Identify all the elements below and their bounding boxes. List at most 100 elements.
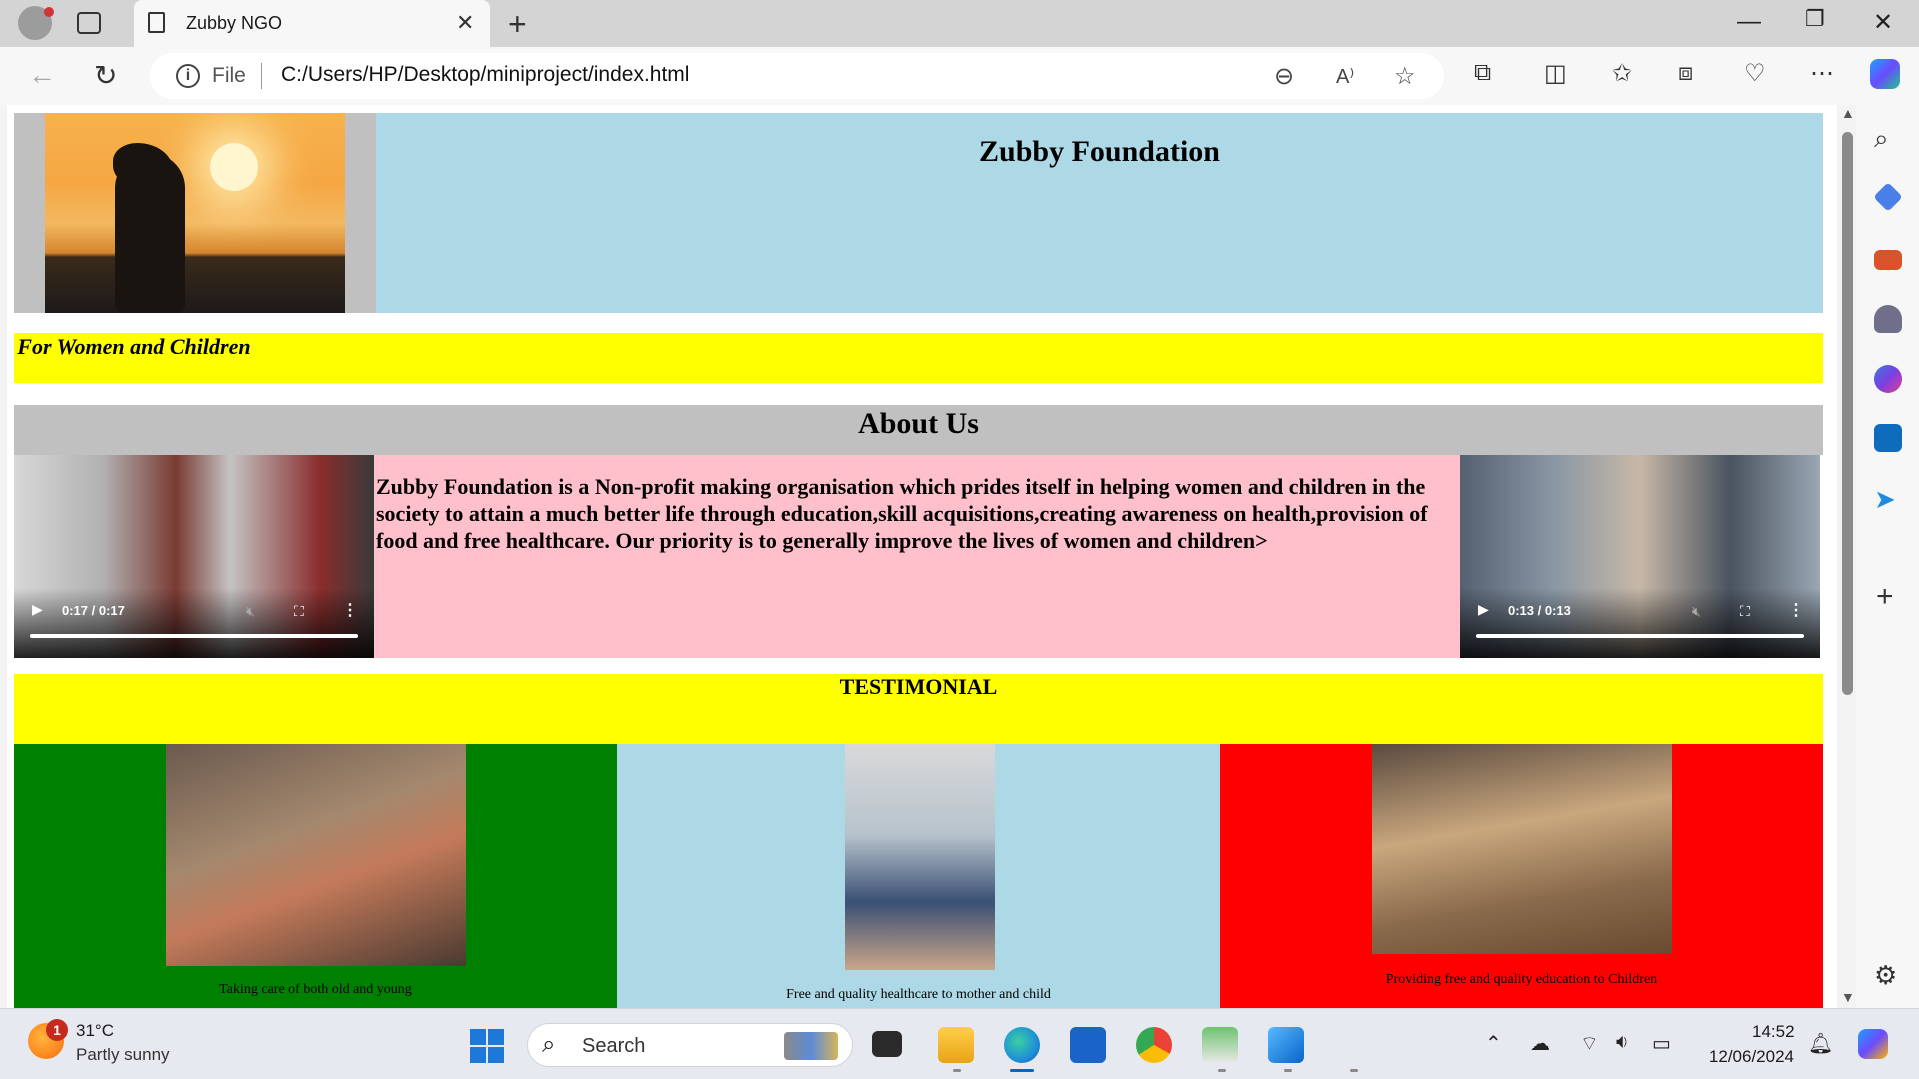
tools-icon[interactable]: [1874, 250, 1902, 270]
video-right-time: 0:13 / 0:13: [1508, 603, 1571, 618]
more-options-icon[interactable]: ⋮: [1788, 600, 1804, 620]
url-text[interactable]: C:/Users/HP/Desktop/miniproject/index.ht…: [281, 63, 689, 87]
more-options-icon[interactable]: ⋮: [342, 600, 358, 620]
wifi-icon[interactable]: ⌔: [1580, 1031, 1599, 1056]
telegram-icon[interactable]: ➤: [1874, 484, 1902, 514]
notifications-bell-icon[interactable]: 🔔︎: [1808, 1031, 1833, 1056]
search-label: Search: [582, 1035, 646, 1057]
marquee-banner: y For Women and Children: [14, 333, 1823, 383]
running-indicator: [1218, 1069, 1226, 1072]
site-title: Zubby Foundation: [979, 135, 1220, 168]
video-right-controls: [1460, 588, 1820, 658]
task-view-icon[interactable]: [872, 1031, 902, 1057]
testimonial-header: TESTIMONIAL: [14, 674, 1823, 744]
chevron-up-icon[interactable]: ⌃: [1485, 1031, 1502, 1056]
more-icon[interactable]: ⋯: [1810, 59, 1834, 88]
mute-icon[interactable]: 🔇︎: [246, 603, 255, 620]
weather-badge: 1: [46, 1019, 68, 1041]
outlook-icon[interactable]: [1874, 424, 1902, 452]
video-right-progress[interactable]: [1476, 634, 1804, 638]
microsoft365-icon[interactable]: [1874, 365, 1902, 393]
temperature[interactable]: 31°C: [76, 1021, 114, 1041]
scroll-up-icon[interactable]: ▲: [1841, 105, 1855, 121]
testimonial-image-education: [1372, 744, 1672, 954]
zoom-out-icon[interactable]: ⊖: [1274, 62, 1294, 91]
fullscreen-icon[interactable]: ⛶: [294, 603, 304, 620]
windows-start-icon[interactable]: [470, 1029, 504, 1063]
volume-icon[interactable]: 🔉︎: [1616, 1031, 1629, 1054]
tab-actions-icon[interactable]: [77, 12, 101, 34]
windows-taskbar: 1 31°C Partly sunny ⌕ Search ⌃ ☁ ⌔ 🔉︎ ▭ …: [0, 1008, 1919, 1079]
extensions-icon[interactable]: ⧉: [1474, 59, 1491, 87]
settings-icon[interactable]: ⚙: [1874, 960, 1902, 990]
running-indicator: [953, 1069, 961, 1072]
tab-title: Zubby NGO: [186, 13, 283, 33]
play-icon[interactable]: ▶: [32, 601, 43, 618]
video-left-controls: [14, 588, 374, 658]
restore-icon[interactable]: ❐: [1805, 6, 1825, 32]
scrollbar-thumb[interactable]: [1842, 132, 1853, 695]
file-explorer-icon[interactable]: [938, 1027, 974, 1063]
about-text: Zubby Foundation is a Non-profit making …: [376, 474, 1428, 553]
title-block: Zubby Foundation: [376, 113, 1823, 313]
address-bar[interactable]: i File C:/Users/HP/Desktop/miniproject/i…: [150, 53, 1444, 99]
fullscreen-icon[interactable]: ⛶: [1740, 603, 1750, 620]
running-indicator: [1350, 1069, 1358, 1072]
address-separator: [261, 63, 262, 89]
window-close-icon[interactable]: ✕: [1873, 8, 1893, 37]
copilot-pre-icon[interactable]: [1858, 1029, 1888, 1059]
collections-icon[interactable]: ⧈: [1678, 59, 1693, 87]
back-icon[interactable]: ←: [28, 59, 56, 91]
testimonial-card-3: Providing free and quality education to …: [1220, 744, 1823, 1008]
clock-time[interactable]: 14:52: [1752, 1022, 1795, 1042]
close-icon[interactable]: ✕: [456, 10, 474, 36]
sun-shape: [210, 143, 258, 191]
video-left[interactable]: ▶ 0:17 / 0:17 🔇︎ ⛶ ⋮: [14, 455, 374, 658]
battery-icon[interactable]: ▭: [1652, 1031, 1671, 1056]
notepad-icon[interactable]: [1202, 1027, 1238, 1063]
photos-icon[interactable]: [1268, 1027, 1304, 1063]
scroll-down-icon[interactable]: ▼: [1841, 989, 1855, 1005]
testimonial-caption: Free and quality healthcare to mother an…: [786, 987, 1051, 1002]
about-text-box: Zubby Foundation is a Non-profit making …: [374, 455, 1460, 658]
refresh-icon[interactable]: ↻: [94, 59, 117, 92]
minimize-icon[interactable]: —: [1737, 8, 1761, 36]
edge-icon[interactable]: [1004, 1027, 1040, 1063]
chrome-icon[interactable]: [1136, 1027, 1172, 1063]
edge-sidebar: [1856, 105, 1919, 1008]
browser-titlebar: Zubby NGO ✕ + — ❐ ✕: [0, 0, 1919, 47]
store-icon[interactable]: [1070, 1027, 1106, 1063]
taskbar-search[interactable]: ⌕ Search: [527, 1023, 853, 1067]
info-icon[interactable]: i: [176, 64, 200, 88]
active-indicator: [1010, 1069, 1034, 1072]
video-right[interactable]: ▶ 0:13 / 0:13 🔇︎ ⛶ ⋮: [1460, 455, 1820, 658]
search-highlight-icon: [784, 1032, 838, 1060]
add-icon[interactable]: +: [1876, 580, 1904, 613]
play-icon[interactable]: ▶: [1478, 601, 1489, 618]
about-title: About Us: [858, 407, 979, 440]
video-left-progress[interactable]: [30, 634, 358, 638]
games-icon[interactable]: [1874, 305, 1902, 333]
about-header: About Us: [14, 405, 1823, 455]
browser-essentials-icon[interactable]: ♡: [1744, 59, 1766, 88]
favorites-icon[interactable]: ✩: [1612, 59, 1632, 88]
profile-icon[interactable]: [18, 6, 54, 40]
read-aloud-icon[interactable]: A⁾: [1336, 64, 1354, 89]
weather-condition[interactable]: Partly sunny: [76, 1045, 170, 1065]
marquee-text: y For Women and Children: [14, 334, 251, 359]
testimonial-image-elderly-and-child: [166, 744, 466, 966]
split-screen-icon[interactable]: ◫: [1544, 59, 1567, 88]
hero-image-mother-child-sunset: [45, 113, 345, 313]
page-viewport: Zubby Foundation y For Women and Childre…: [7, 105, 1856, 1008]
clock-date[interactable]: 12/06/2024: [1702, 1047, 1794, 1067]
onedrive-icon[interactable]: ☁: [1530, 1031, 1550, 1056]
mute-icon[interactable]: 🔇︎: [1692, 603, 1701, 620]
testimonial-caption: Providing free and quality education to …: [1385, 972, 1658, 987]
child-silhouette: [113, 143, 173, 188]
testimonial-title: TESTIMONIAL: [839, 674, 998, 699]
search-icon[interactable]: ⌕: [1874, 123, 1902, 153]
favorite-star-icon[interactable]: ☆: [1394, 62, 1416, 91]
new-tab-icon[interactable]: +: [508, 6, 527, 43]
video-left-time: 0:17 / 0:17: [62, 603, 125, 618]
copilot-icon[interactable]: [1870, 59, 1900, 89]
